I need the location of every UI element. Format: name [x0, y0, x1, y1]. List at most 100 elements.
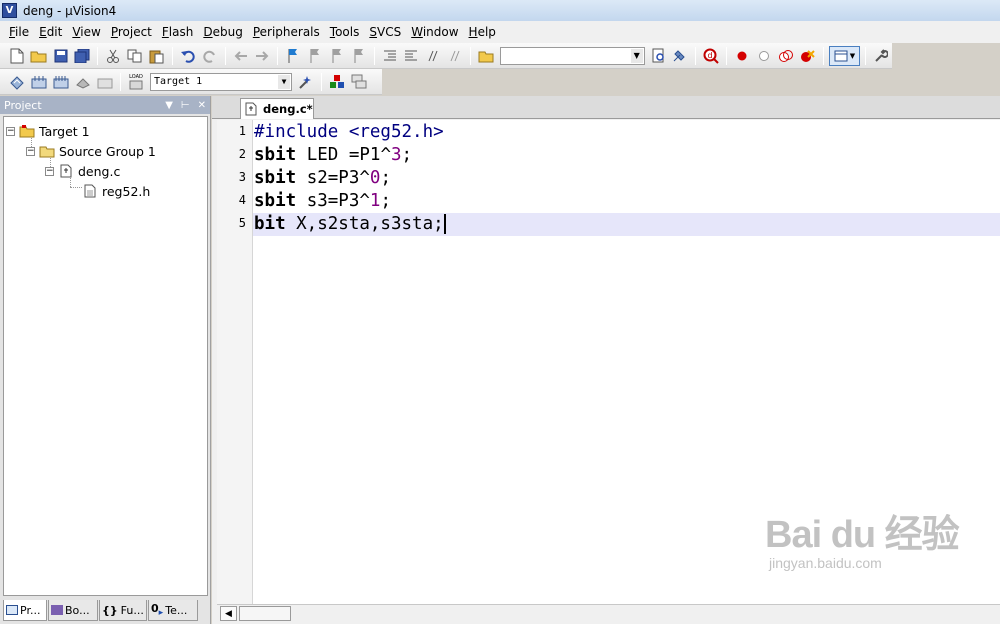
toolbar-separator [726, 46, 728, 65]
code-text: s2=P3^ [296, 168, 370, 188]
menu-window[interactable]: Window [406, 21, 463, 43]
tree-label-source-group: Source Group 1 [59, 143, 156, 159]
code-line[interactable]: #include <reg52.h> [253, 121, 1000, 144]
enable-breakpoint-icon[interactable] [754, 46, 774, 66]
rebuild-icon[interactable] [51, 72, 71, 92]
menu-svcs[interactable]: SVCS [364, 21, 406, 43]
tree-item-deng-c[interactable]: − deng.c [45, 162, 120, 180]
debug-session-icon[interactable]: d [701, 46, 721, 66]
target-select[interactable]: Target 1 ▼ [150, 72, 292, 91]
new-file-icon[interactable] [7, 46, 27, 66]
bookmark-toggle-icon[interactable] [283, 46, 303, 66]
menu-project[interactable]: Project [106, 21, 157, 43]
project-panel-header: Project ▼ ⊢ ✕ [0, 96, 210, 114]
templates-icon: 0▸ [151, 601, 164, 619]
line-number: 2 [238, 147, 246, 161]
menu-tools[interactable]: Tools [325, 21, 365, 43]
toolbar-separator [277, 46, 279, 65]
code-line[interactable]: sbit s3=P3^1; [253, 190, 1000, 213]
indent-icon[interactable] [380, 46, 400, 66]
incremental-find-icon[interactable] [671, 46, 691, 66]
comment-icon[interactable] [423, 46, 443, 66]
kill-breakpoints-icon[interactable] [798, 46, 818, 66]
save-all-icon[interactable] [73, 46, 93, 66]
collapse-icon[interactable]: − [26, 146, 35, 156]
code-line[interactable]: bit X,s2sta,s3sta; [253, 213, 1000, 236]
target-options-icon[interactable] [296, 72, 316, 92]
load-download-icon[interactable]: LOAD [126, 72, 146, 92]
code-keyword: sbit [254, 191, 297, 211]
code-number: 0 [369, 168, 381, 188]
build-icon[interactable] [29, 72, 49, 92]
tab-deng-c[interactable]: deng.c* [240, 98, 314, 119]
tab-templates-label: Te... [165, 603, 188, 617]
bookmark-clear-icon[interactable] [349, 46, 369, 66]
open-folder-icon[interactable] [29, 46, 49, 66]
cut-icon[interactable] [103, 46, 123, 66]
tab-deng-c-label: deng.c* [263, 102, 313, 116]
menu-bar: File Edit View Project Flash Debug Perip… [0, 21, 1000, 43]
menu-peripherals[interactable]: Peripherals [248, 21, 325, 43]
find-combo[interactable]: ▼ [499, 46, 645, 65]
chevron-down-icon[interactable]: ▼ [630, 48, 643, 63]
collapse-icon[interactable]: − [6, 126, 15, 136]
disable-breakpoints-icon[interactable] [776, 46, 796, 66]
find-in-files-icon[interactable] [476, 46, 496, 66]
copy-icon[interactable] [125, 46, 145, 66]
select-packs-icon[interactable] [349, 72, 369, 92]
menu-view[interactable]: View [67, 21, 105, 43]
scroll-left-arrow-icon[interactable]: ◀ [220, 606, 237, 621]
menu-help[interactable]: Help [464, 21, 501, 43]
bookmark-next-icon[interactable] [327, 46, 347, 66]
pin-icon[interactable]: ⊢ [181, 100, 190, 111]
watermark-url: jingyan.baidu.com [769, 555, 882, 571]
line-number: 3 [238, 170, 246, 184]
tab-templates[interactable]: 0▸ Te... [148, 600, 198, 621]
configure-icon[interactable] [871, 46, 891, 66]
bookmark-prev-icon[interactable] [305, 46, 325, 66]
tree-item-target[interactable]: − Target 1 [6, 122, 90, 140]
uncomment-icon[interactable] [445, 46, 465, 66]
menu-edit[interactable]: Edit [34, 21, 67, 43]
navigate-forward-icon[interactable] [252, 46, 272, 66]
horizontal-scrollbar[interactable]: ◀ [217, 604, 1000, 622]
window-layout-icon[interactable]: ▼ [828, 45, 861, 66]
close-icon[interactable]: ✕ [198, 100, 206, 111]
stop-build-icon[interactable] [95, 72, 115, 92]
manage-components-icon[interactable] [327, 72, 347, 92]
navigate-back-icon[interactable] [231, 46, 251, 66]
paste-icon[interactable] [147, 46, 167, 66]
panel-menu-icon[interactable]: ▼ [165, 100, 173, 111]
project-tab-icon [6, 605, 18, 615]
project-panel-tabs: Pr... Bo... {} Fu... 0▸ Te... [0, 600, 210, 624]
menu-flash[interactable]: Flash [157, 21, 198, 43]
translate-icon[interactable] [7, 72, 27, 92]
code-line[interactable]: sbit LED =P1^3; [253, 144, 1000, 167]
tab-functions[interactable]: {} Fu... [99, 600, 147, 621]
find-icon[interactable] [649, 46, 669, 66]
menu-debug[interactable]: Debug [198, 21, 247, 43]
tree-item-source-group[interactable]: − Source Group 1 [26, 142, 156, 160]
collapse-icon[interactable]: − [45, 166, 54, 176]
menu-file[interactable]: File [4, 21, 34, 43]
scroll-thumb[interactable] [239, 606, 291, 621]
tab-project[interactable]: Pr... [3, 600, 47, 621]
watermark: Bai du 经验 jingyan.baidu.com [765, 515, 960, 571]
save-icon[interactable] [51, 46, 71, 66]
target-folder-icon [19, 124, 35, 138]
toolbar-separator [321, 72, 322, 91]
build-toolbar: LOAD Target 1 ▼ [0, 69, 382, 95]
tree-item-reg52-h[interactable]: reg52.h [82, 182, 150, 200]
toolbar-separator [865, 46, 867, 65]
redo-icon[interactable] [200, 46, 220, 66]
project-panel-title: Project [4, 98, 42, 112]
chevron-down-icon[interactable]: ▼ [278, 74, 290, 89]
code-line[interactable]: sbit s2=P3^0; [253, 167, 1000, 190]
undo-icon[interactable] [178, 46, 198, 66]
file-toolbar: ▼ d ▼ [0, 43, 892, 69]
tab-books[interactable]: Bo... [48, 600, 98, 621]
line-number: 4 [238, 193, 246, 207]
unindent-icon[interactable] [402, 46, 422, 66]
batch-build-icon[interactable] [73, 72, 93, 92]
insert-breakpoint-icon[interactable] [732, 46, 752, 66]
